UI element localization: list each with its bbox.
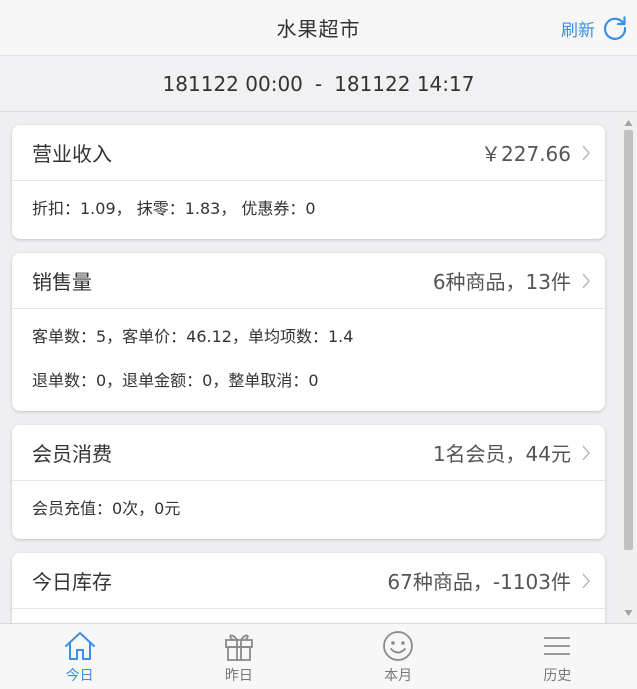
scroll-up-arrow-icon[interactable] — [624, 119, 633, 127]
smiley-icon — [383, 630, 414, 661]
tab-label: 本月 — [384, 667, 413, 684]
home-icon — [64, 631, 95, 660]
tab-label: 昨日 — [224, 667, 253, 684]
card-title: 会员消费 — [32, 442, 112, 466]
refresh-button[interactable]: 刷新 — [561, 12, 629, 44]
chevron-right-icon — [582, 272, 591, 289]
tab-history[interactable]: 历史 — [478, 624, 637, 689]
tab-yesterday[interactable]: 昨日 — [159, 624, 318, 689]
card-value: 1名会员，44元 — [432, 442, 571, 466]
tab-label: 今日 — [65, 667, 94, 684]
revenue-card: 营业收入 ￥227.66 折扣：1.09， 抹零：1.83， 优惠券：0 — [12, 125, 605, 239]
vertical-scrollbar[interactable] — [620, 113, 637, 623]
card-value: ￥227.66 — [481, 142, 571, 166]
card-value: 67种商品，-1103件 — [387, 570, 571, 594]
sales-card-header[interactable]: 销售量 6种商品，13件 — [12, 253, 605, 309]
chevron-right-icon — [582, 144, 591, 161]
card-value: 6种商品，13件 — [432, 270, 571, 294]
tab-today[interactable]: 今日 — [0, 624, 159, 689]
date-start: 181122 00:00 — [162, 72, 303, 96]
card-title: 销售量 — [32, 270, 92, 294]
card-title: 今日库存 — [32, 570, 112, 594]
summary-list[interactable]: 营业收入 ￥227.66 折扣：1.09， 抹零：1.83， 优惠券：0 销售量… — [0, 113, 637, 623]
page-title: 水果超市 — [276, 17, 361, 41]
chevron-right-icon — [582, 444, 591, 461]
member-card: 会员消费 1名会员，44元 会员充值：0次，0元 — [12, 425, 605, 539]
chevron-right-icon — [582, 572, 591, 589]
inventory-card-header[interactable]: 今日库存 67种商品，-1103件 — [12, 553, 605, 609]
scroll-down-arrow-icon[interactable] — [624, 609, 633, 617]
bottom-tab-bar: 今日 昨日 本月 历史 — [0, 623, 637, 689]
app-header: 水果超市 刷新 — [0, 0, 637, 56]
tab-label: 历史 — [543, 667, 572, 684]
gift-icon — [224, 634, 253, 661]
card-detail-line: 折扣：1.09， 抹零：1.83， 优惠券：0 — [32, 199, 316, 218]
tab-this-month[interactable]: 本月 — [319, 624, 478, 689]
refresh-label: 刷新 — [561, 20, 595, 41]
date-end: 181122 14:17 — [334, 72, 475, 96]
refresh-icon — [603, 16, 627, 40]
date-range-bar[interactable]: 181122 00:00 - 181122 14:17 — [0, 57, 637, 112]
card-detail-line: 会员充值：0次，0元 — [32, 499, 181, 518]
card-title: 营业收入 — [32, 142, 112, 166]
menu-icon — [544, 636, 571, 655]
revenue-card-header[interactable]: 营业收入 ￥227.66 — [12, 125, 605, 181]
member-card-header[interactable]: 会员消费 1名会员，44元 — [12, 425, 605, 481]
card-detail-line: 退单数：0，退单金额：0，整单取消：0 — [32, 371, 319, 390]
inventory-card: 今日库存 67种商品，-1103件 — [12, 553, 605, 623]
card-detail-line: 客单数：5，客单价：46.12，单均项数：1.4 — [32, 327, 354, 346]
date-separator: - — [314, 72, 323, 96]
scrollbar-thumb[interactable] — [624, 130, 633, 550]
sales-card: 销售量 6种商品，13件 客单数：5，客单价：46.12，单均项数：1.4 退单… — [12, 253, 605, 411]
